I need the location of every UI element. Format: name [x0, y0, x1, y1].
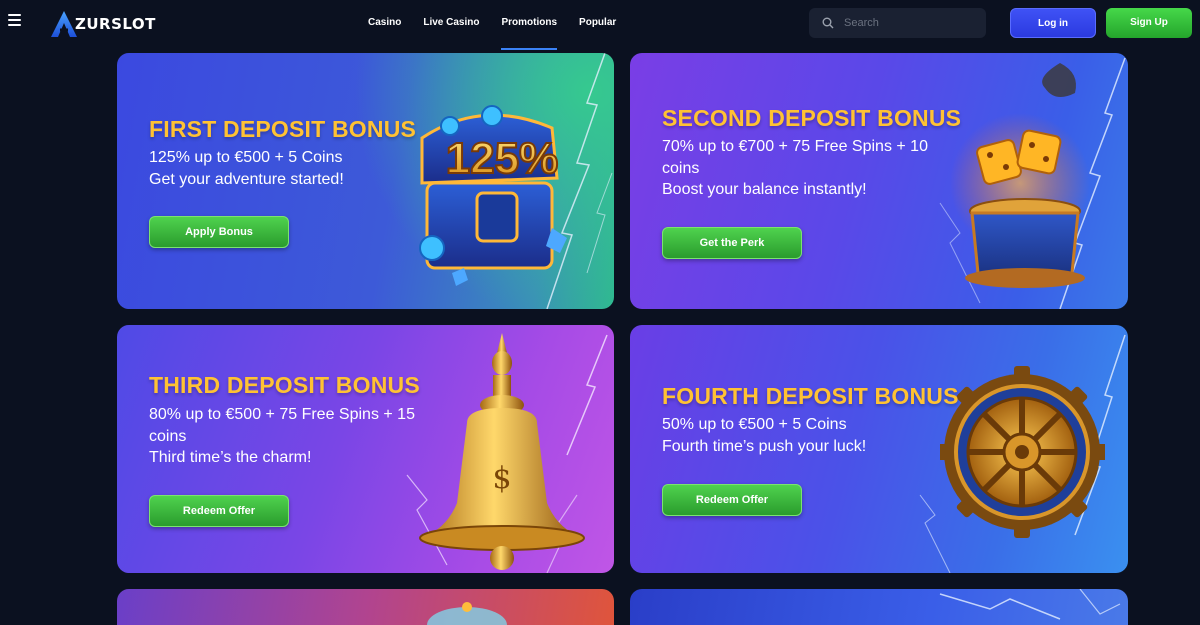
promo-tagline: Third time’s the charm!	[149, 449, 312, 466]
promo-tagline: Get your adventure started!	[149, 171, 344, 188]
vault-wheel-image	[940, 366, 1105, 538]
redeem-offer-button[interactable]: Redeem Offer	[662, 484, 802, 516]
promo-card-partial-left[interactable]	[117, 589, 614, 625]
promo-title: FOURTH DEPOSIT BONUS	[662, 383, 959, 409]
promo-offer-text: 50% up to €500 + 5 Coins	[662, 416, 847, 433]
hamburger-menu-icon[interactable]	[8, 14, 21, 27]
logo-text: ZURSLOT	[75, 15, 156, 33]
main-nav: Casino Live Casino Promotions Popular	[368, 0, 638, 50]
promo-card-first-deposit[interactable]: 125% FIRST DEPOSIT BONUS 125% up to €500…	[117, 53, 614, 309]
search-input[interactable]	[844, 17, 984, 29]
redeem-offer-button[interactable]: Redeem Offer	[149, 495, 289, 527]
promo-offer-text: 80% up to €500 + 75 Free Spins + 15 coin…	[149, 406, 415, 445]
nav-live-casino[interactable]: Live Casino	[423, 0, 479, 48]
promo-card-third-deposit[interactable]: $ THIRD DEPOSIT BONUS 80% up to €500 + 7…	[117, 325, 614, 573]
treasure-chest-image: 125%	[419, 105, 567, 286]
promo-offer-text: 70% up to €700 + 75 Free Spins + 10 coin…	[662, 138, 928, 177]
promo-image-partial	[427, 602, 507, 625]
nav-promotions[interactable]: Promotions	[501, 0, 557, 50]
dice-cauldron-image	[950, 63, 1090, 288]
golden-bell-image: $	[419, 333, 585, 570]
apply-bonus-button[interactable]: Apply Bonus	[149, 216, 289, 248]
promo-title: SECOND DEPOSIT BONUS	[662, 105, 962, 131]
chest-percent-art-text: 125%	[446, 134, 559, 183]
svg-text:$: $	[492, 461, 511, 496]
promo-title: FIRST DEPOSIT BONUS	[149, 116, 417, 142]
signup-button[interactable]: Sign Up	[1106, 8, 1192, 38]
logo[interactable]: ZURSLOT	[50, 10, 156, 38]
promo-card-second-deposit[interactable]: SECOND DEPOSIT BONUS 70% up to €700 + 75…	[630, 53, 1128, 309]
lightning-decoration	[939, 589, 1121, 620]
search-icon	[822, 17, 834, 29]
logo-a-icon	[51, 11, 77, 37]
nav-casino[interactable]: Casino	[368, 0, 401, 48]
nav-popular[interactable]: Popular	[579, 0, 616, 48]
promo-tagline: Boost your balance instantly!	[662, 181, 867, 198]
login-button[interactable]: Log in	[1010, 8, 1096, 38]
search-box[interactable]	[809, 8, 986, 38]
promo-title: THIRD DEPOSIT BONUS	[149, 372, 420, 398]
promo-offer-text: 125% up to €500 + 5 Coins	[149, 149, 343, 166]
top-header: ZURSLOT Casino Live Casino Promotions Po…	[0, 0, 1200, 50]
get-the-perk-button[interactable]: Get the Perk	[662, 227, 802, 259]
promo-card-fourth-deposit[interactable]: FOURTH DEPOSIT BONUS 50% up to €500 + 5 …	[630, 325, 1128, 573]
promo-tagline: Fourth time’s push your luck!	[662, 438, 867, 455]
promo-card-partial-right[interactable]	[630, 589, 1128, 625]
